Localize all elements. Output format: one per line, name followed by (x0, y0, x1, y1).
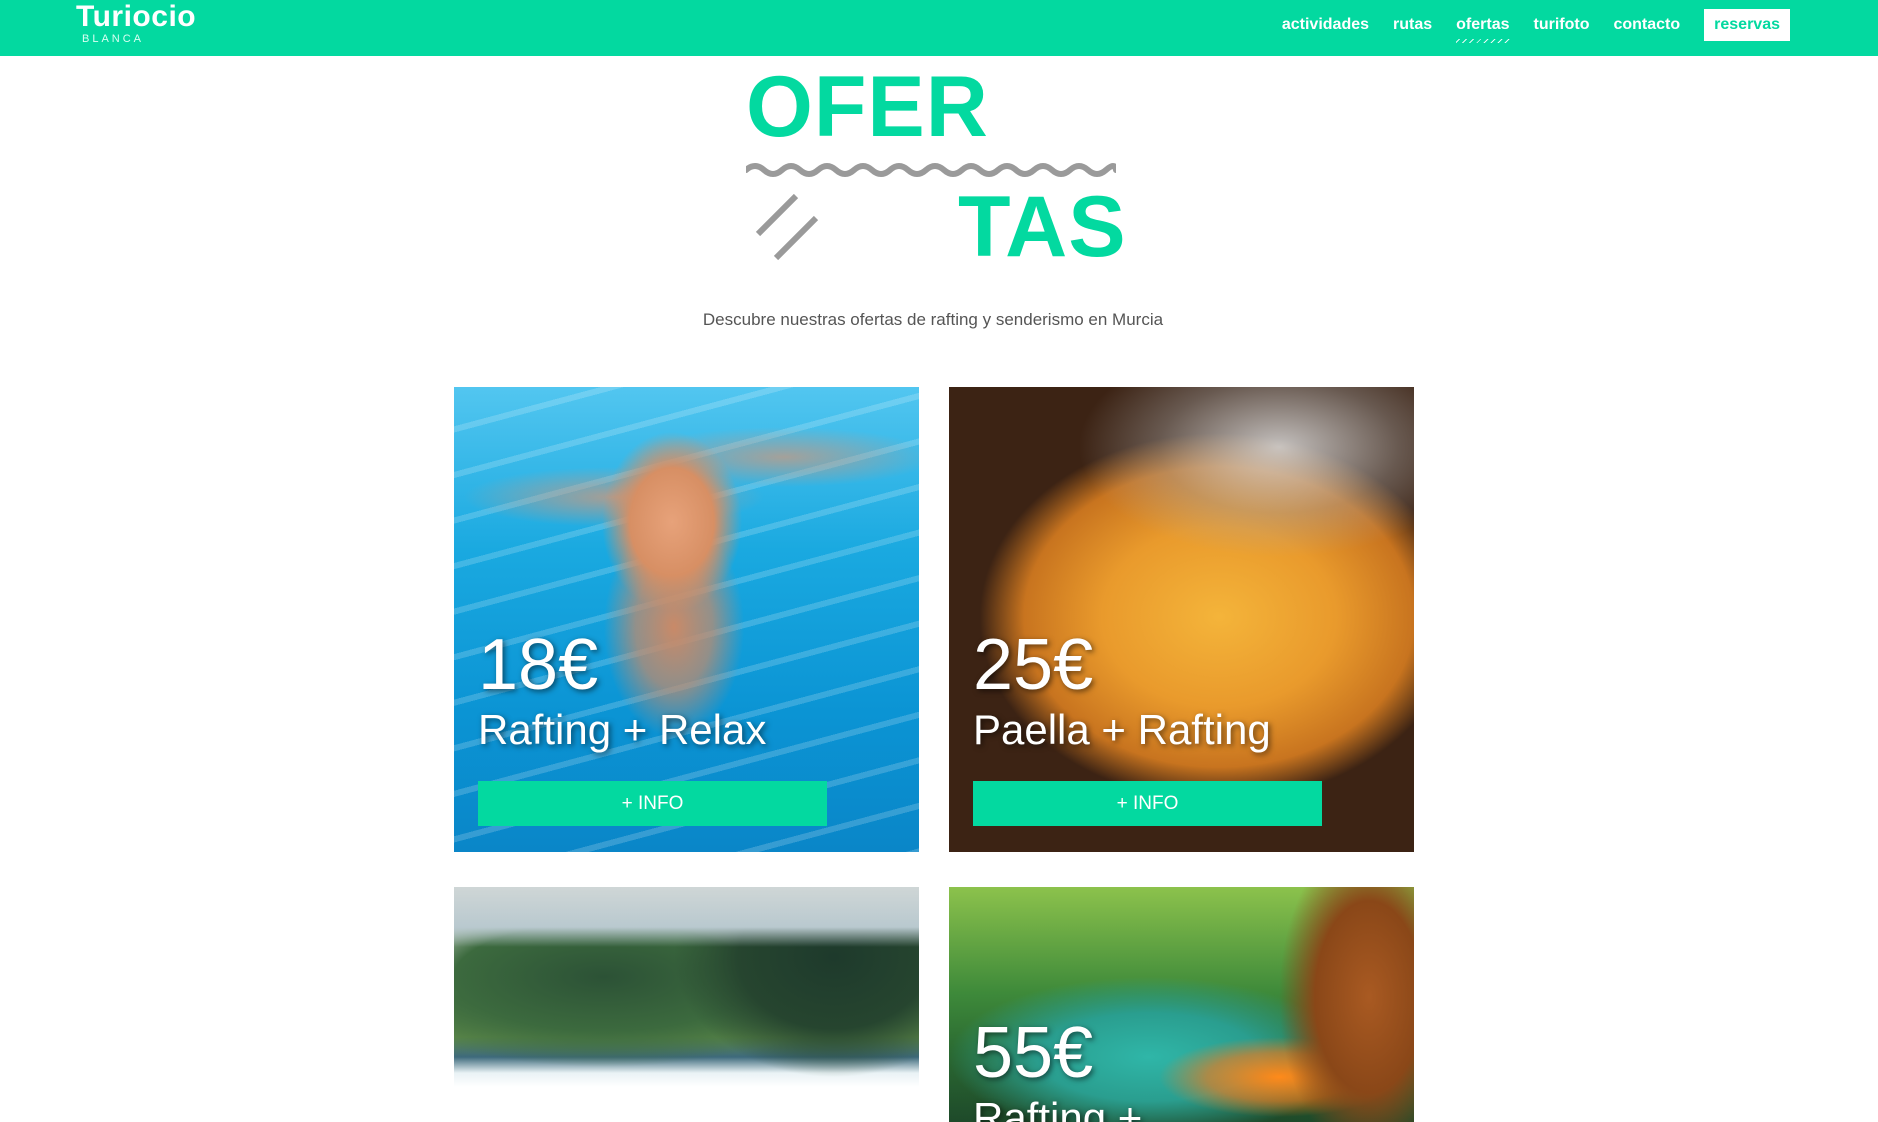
offer-price: 18€ (478, 625, 599, 705)
top-navbar: Turiocio BLANCA actividades rutas oferta… (0, 0, 1878, 56)
brand-subname: BLANCA (82, 33, 145, 45)
offer-title: Paella + Rafting (973, 706, 1271, 753)
nav-item-turifoto[interactable]: turifoto (1534, 16, 1590, 34)
brand-name: Turiocio (76, 0, 197, 33)
double-slash-icon (755, 194, 819, 261)
page-title-bottom: TAS (958, 179, 1127, 275)
offer-info-button[interactable]: + INFO (478, 781, 827, 826)
offer-image-river (454, 887, 919, 1122)
nav-item-ofertas[interactable]: ofertas (1456, 16, 1510, 43)
nav-item-rutas[interactable]: rutas (1393, 16, 1432, 34)
page-subtitle: Descubre nuestras ofertas de rafting y s… (702, 310, 1164, 329)
brand-logo[interactable]: Turiocio BLANCA (76, 0, 196, 45)
offer-info-button[interactable]: + INFO (973, 781, 1322, 826)
nav-item-contacto[interactable]: contacto (1613, 16, 1680, 34)
nav-item-actividades[interactable]: actividades (1282, 16, 1369, 34)
offer-price: 25€ (973, 625, 1094, 705)
offer-card-canyon[interactable]: 55€ Rafting + (949, 887, 1414, 1122)
offer-title: Rafting + Relax (478, 706, 767, 753)
wave-divider-icon (746, 163, 1116, 177)
offer-title: Rafting + (973, 1094, 1143, 1122)
offer-card-river[interactable] (454, 887, 919, 1122)
reservas-button[interactable]: reservas (1704, 9, 1790, 41)
page-title: OFER TAS (744, 59, 1127, 275)
page-title-top: OFER (746, 59, 989, 155)
main-nav: actividades rutas ofertas turifoto conta… (1258, 0, 1790, 50)
offer-card-rafting-relax[interactable]: 18€ Rafting + Relax + INFO (454, 387, 919, 852)
offer-card-paella-rafting[interactable]: 25€ Paella + Rafting + INFO (949, 387, 1414, 852)
offer-price: 55€ (973, 1013, 1094, 1093)
